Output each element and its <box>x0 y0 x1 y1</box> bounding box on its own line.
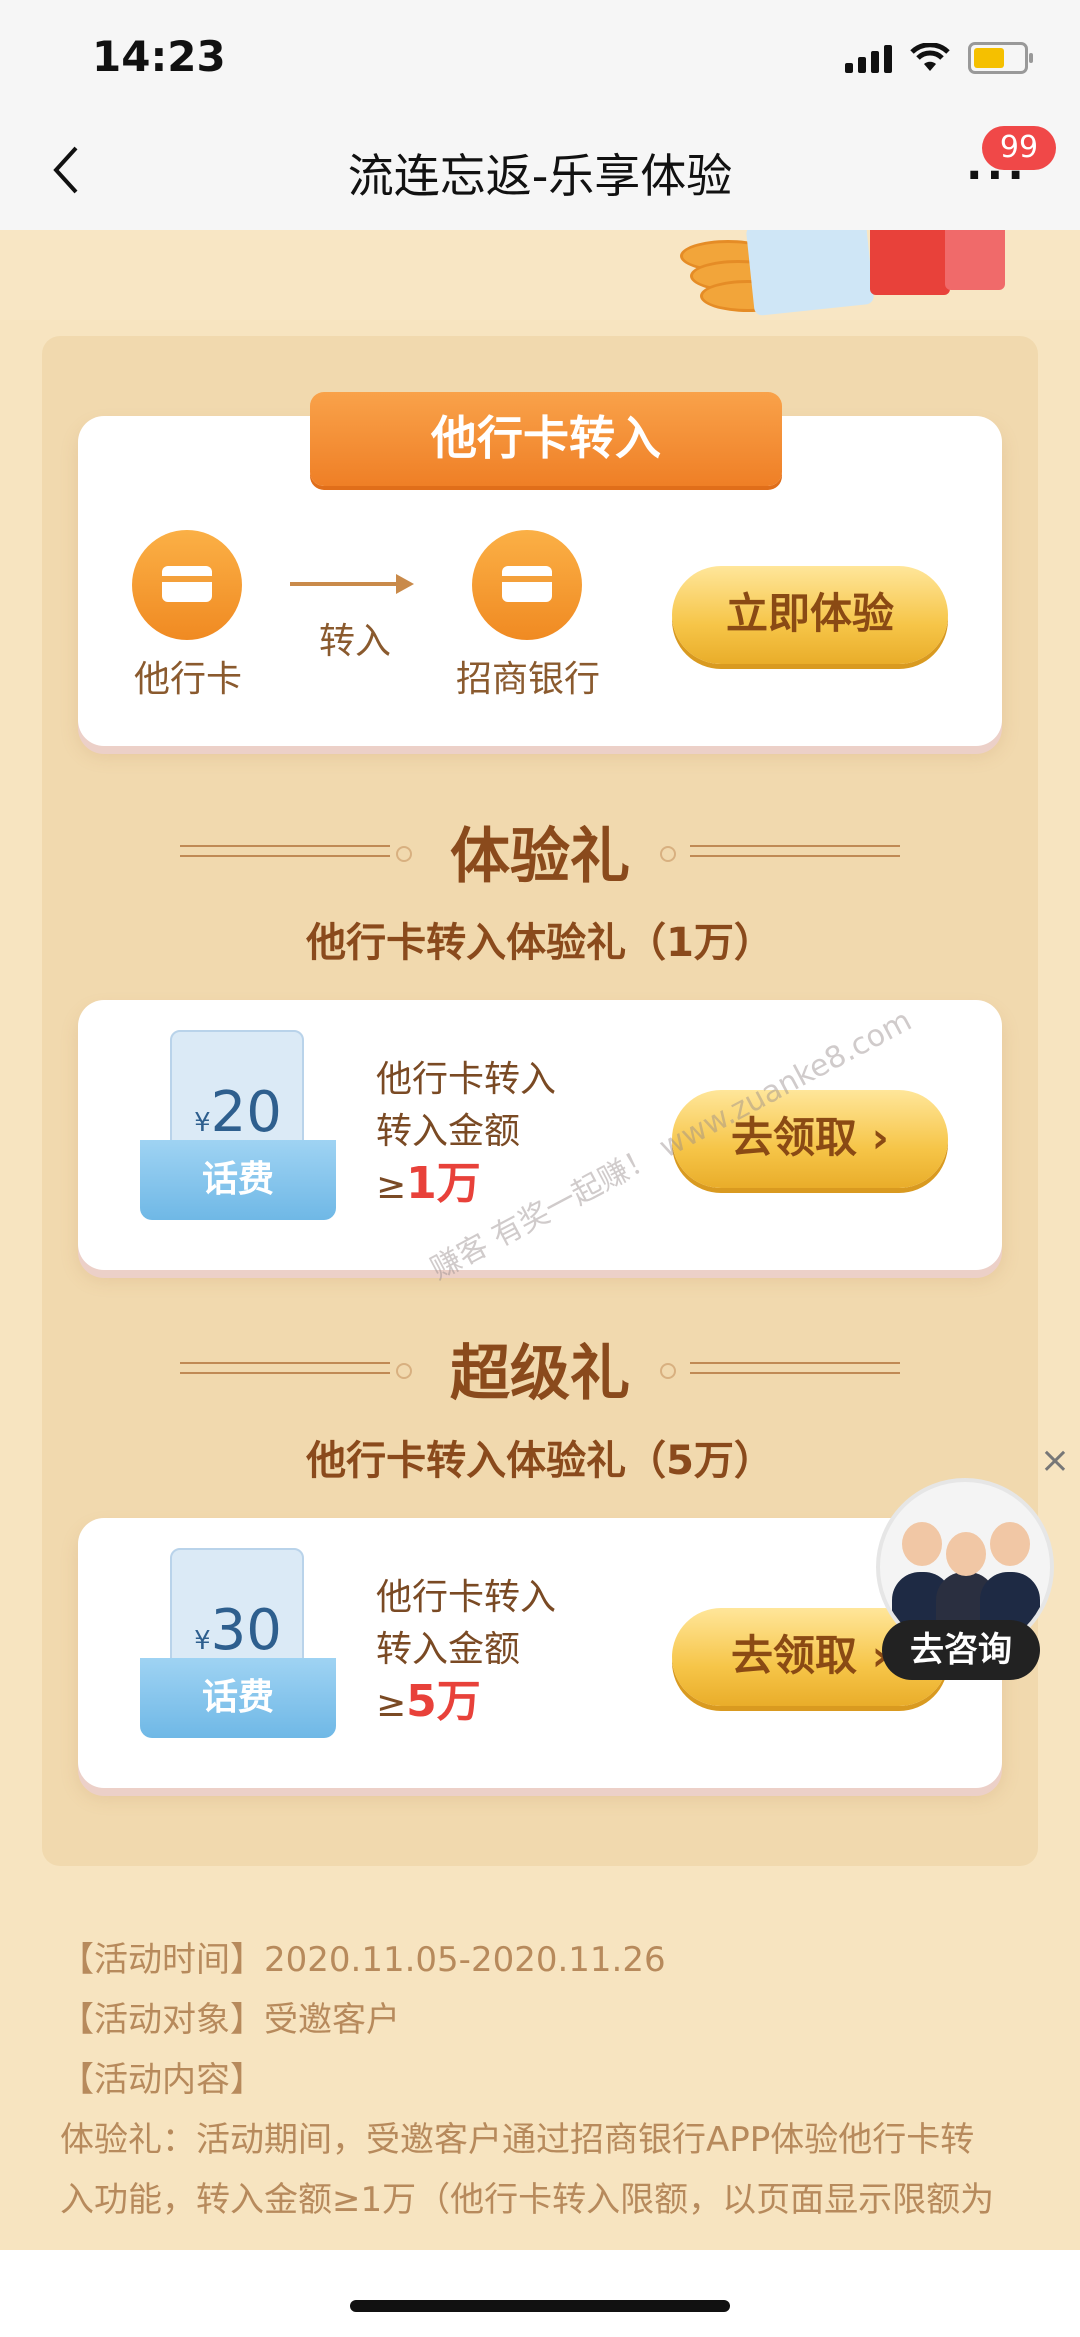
status-icons <box>845 38 1033 78</box>
battery-charging-icon <box>968 42 1033 74</box>
bottom-safe-area <box>0 2250 1080 2337</box>
notification-badge: 99 <box>982 126 1056 170</box>
gift2-line2: 转入金额 <box>376 1629 521 1670</box>
try-now-button[interactable]: 立即体验 <box>672 566 948 664</box>
red-envelope-icon <box>870 230 950 295</box>
rule-target: 【活动对象】受邀客户 <box>60 2000 400 2040</box>
top-bar: 14:23 流连忘返-乐享体验 ··· 99 <box>0 0 1080 230</box>
wifi-icon <box>910 43 950 71</box>
close-icon[interactable]: × <box>1040 1440 1070 1481</box>
rule-content-title: 【活动内容】 <box>60 2060 264 2100</box>
divider-right <box>690 1362 900 1376</box>
gift2-threshold: ≥5万 <box>376 1676 481 1727</box>
red-envelope-icon <box>945 230 1005 290</box>
divider-dot <box>660 846 676 862</box>
arrow-label: 转入 <box>318 621 391 662</box>
voucher-label: 话费 <box>201 1677 274 1718</box>
voucher-label: 话费 <box>201 1159 274 1200</box>
phone-credit-voucher: ¥20 话费 <box>140 1030 336 1220</box>
status-time: 14:23 <box>92 32 226 81</box>
rule-content-line2: 入功能，转入金额≥1万（他行卡转入限额，以页面显示限额为 <box>60 2180 995 2220</box>
page-title: 流连忘返-乐享体验 <box>347 149 733 203</box>
rule-content-line1: 体验礼：活动期间，受邀客户通过招商银行APP体验他行卡转 <box>60 2120 975 2160</box>
home-indicator[interactable] <box>350 2300 730 2312</box>
gift1-heading: 体验礼 <box>450 822 630 892</box>
from-label: 他行卡 <box>133 659 242 700</box>
gift1-line2: 转入金额 <box>376 1111 521 1152</box>
gift1-line1: 他行卡转入 <box>376 1059 557 1100</box>
arrow-head-icon <box>396 574 414 594</box>
gift2-subtitle: 他行卡转入体验礼（5万） <box>306 1438 774 1484</box>
consult-button[interactable]: 去咨询 <box>882 1620 1040 1680</box>
divider-dot <box>660 1363 676 1379</box>
gift2-line1: 他行卡转入 <box>376 1577 557 1618</box>
gift2-heading: 超级礼 <box>450 1339 630 1409</box>
rule-time: 【活动时间】2020.11.05-2020.11.26 <box>60 1940 666 1980</box>
voucher-amount: ¥30 <box>194 1598 282 1663</box>
other-bank-card-icon <box>132 530 242 640</box>
phone-credit-voucher: ¥30 话费 <box>140 1548 336 1738</box>
gift2-description: 他行卡转入 转入金额 ≥5万 <box>376 1572 556 1731</box>
cmb-card-icon <box>472 530 582 640</box>
voucher-amount: ¥20 <box>194 1080 282 1145</box>
cellular-signal-icon <box>845 43 892 73</box>
to-label: 招商银行 <box>455 659 600 700</box>
activity-rules: 【活动时间】2020.11.05-2020.11.26 【活动对象】受邀客户 【… <box>60 1930 1050 2230</box>
gift-card-icon <box>745 230 875 317</box>
transfer-tab-title: 他行卡转入 <box>310 392 782 486</box>
hero-banner <box>0 230 1080 320</box>
gift1-subtitle: 他行卡转入体验礼（1万） <box>306 920 774 966</box>
gift1-description: 他行卡转入 转入金额 ≥1万 <box>376 1054 556 1213</box>
divider-right <box>690 845 900 859</box>
arrow-icon <box>290 582 400 586</box>
